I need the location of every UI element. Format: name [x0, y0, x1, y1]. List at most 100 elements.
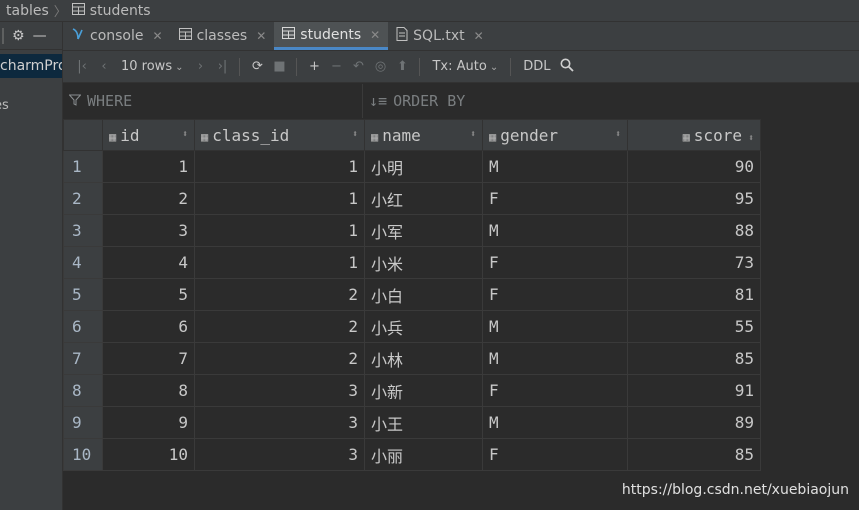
- project-tree-item[interactable]: es: [0, 98, 62, 113]
- cell-name[interactable]: 小丽: [364, 438, 483, 471]
- tab-classes[interactable]: classes ✕: [171, 22, 275, 50]
- cell-gender[interactable]: M: [482, 342, 628, 375]
- cell-id[interactable]: 6: [102, 310, 195, 343]
- ddl-button[interactable]: DDL: [517, 59, 556, 74]
- cell-id[interactable]: 10: [102, 438, 195, 471]
- cell-score[interactable]: 85: [627, 342, 761, 375]
- table-row[interactable]: 2 2 1 小红 F 95: [63, 182, 761, 215]
- cell-gender[interactable]: M: [482, 310, 628, 343]
- cell-id[interactable]: 3: [102, 214, 195, 247]
- tab-sql-txt[interactable]: SQL.txt ✕: [388, 22, 491, 50]
- cell-score[interactable]: 89: [627, 406, 761, 439]
- tab-console[interactable]: console ✕: [63, 22, 171, 50]
- next-page-icon[interactable]: ›: [189, 59, 211, 74]
- cell-class-id[interactable]: 1: [194, 182, 365, 215]
- preview-changes-icon[interactable]: ◎: [369, 59, 391, 74]
- cell-class-id[interactable]: 1: [194, 150, 365, 183]
- breadcrumb-students[interactable]: students: [90, 3, 151, 19]
- column-header-id[interactable]: ▦ id ⬍: [102, 119, 195, 151]
- sort-icon[interactable]: ⬍: [352, 129, 358, 140]
- cell-name[interactable]: 小新: [364, 374, 483, 407]
- cell-class-id[interactable]: 1: [194, 214, 365, 247]
- cell-name[interactable]: 小兵: [364, 310, 483, 343]
- close-icon[interactable]: ✕: [370, 28, 380, 42]
- row-number[interactable]: 6: [63, 310, 103, 343]
- close-icon[interactable]: ✕: [256, 29, 266, 43]
- cell-name[interactable]: 小林: [364, 342, 483, 375]
- cell-gender[interactable]: F: [482, 374, 628, 407]
- cell-gender[interactable]: F: [482, 438, 628, 471]
- table-row[interactable]: 1 1 1 小明 M 90: [63, 150, 761, 183]
- tab-students[interactable]: students ✕: [274, 22, 389, 50]
- first-page-icon[interactable]: |‹: [71, 59, 93, 74]
- gear-icon[interactable]: ⚙: [12, 28, 25, 44]
- revert-icon[interactable]: ↶: [347, 59, 369, 74]
- previous-page-icon[interactable]: ‹: [93, 59, 115, 74]
- search-icon[interactable]: [556, 58, 578, 76]
- sort-icon[interactable]: ⬍: [615, 129, 621, 140]
- row-number[interactable]: 1: [63, 150, 103, 183]
- cell-score[interactable]: 73: [627, 246, 761, 279]
- transaction-mode-dropdown[interactable]: Tx: Auto ⌄: [426, 59, 504, 74]
- cell-class-id[interactable]: 2: [194, 310, 365, 343]
- cell-gender[interactable]: F: [482, 246, 628, 279]
- cell-gender[interactable]: F: [482, 182, 628, 215]
- cell-class-id[interactable]: 2: [194, 342, 365, 375]
- column-header-class-id[interactable]: ▦ class_id ⬍: [194, 119, 365, 151]
- breadcrumb-tables[interactable]: tables: [6, 3, 49, 19]
- table-row[interactable]: 6 6 2 小兵 M 55: [63, 310, 761, 343]
- minimize-icon[interactable]: —: [33, 28, 47, 44]
- sort-icon[interactable]: ⬍: [748, 133, 754, 144]
- submit-icon[interactable]: ⬆: [391, 59, 413, 74]
- cell-name[interactable]: 小白: [364, 278, 483, 311]
- cell-class-id[interactable]: 1: [194, 246, 365, 279]
- cell-id[interactable]: 1: [102, 150, 195, 183]
- cell-name[interactable]: 小米: [364, 246, 483, 279]
- remove-row-icon[interactable]: −: [325, 59, 347, 74]
- cell-id[interactable]: 5: [102, 278, 195, 311]
- column-header-name[interactable]: ▦ name ⬍: [364, 119, 483, 151]
- cell-id[interactable]: 2: [102, 182, 195, 215]
- row-number[interactable]: 10: [63, 438, 103, 471]
- table-row[interactable]: 8 8 3 小新 F 91: [63, 374, 761, 407]
- cell-score[interactable]: 95: [627, 182, 761, 215]
- table-row[interactable]: 5 5 2 小白 F 81: [63, 278, 761, 311]
- table-row[interactable]: 7 7 2 小林 M 85: [63, 342, 761, 375]
- row-number[interactable]: 7: [63, 342, 103, 375]
- column-header-gender[interactable]: ▦ gender ⬍: [482, 119, 628, 151]
- stop-icon[interactable]: ■: [268, 59, 290, 74]
- cell-score[interactable]: 55: [627, 310, 761, 343]
- row-number[interactable]: 3: [63, 214, 103, 247]
- cell-id[interactable]: 9: [102, 406, 195, 439]
- cell-id[interactable]: 8: [102, 374, 195, 407]
- cell-class-id[interactable]: 3: [194, 438, 365, 471]
- cell-class-id[interactable]: 3: [194, 406, 365, 439]
- cell-score[interactable]: 81: [627, 278, 761, 311]
- page-size-dropdown[interactable]: 10 rows ⌄: [115, 59, 189, 74]
- cell-gender[interactable]: M: [482, 406, 628, 439]
- table-row[interactable]: 9 9 3 小王 M 89: [63, 406, 761, 439]
- row-number[interactable]: 4: [63, 246, 103, 279]
- table-row[interactable]: 3 3 1 小军 M 88: [63, 214, 761, 247]
- cell-class-id[interactable]: 3: [194, 374, 365, 407]
- last-page-icon[interactable]: ›|: [211, 59, 233, 74]
- sort-icon[interactable]: ⬍: [470, 129, 476, 140]
- table-row[interactable]: 10 10 3 小丽 F 85: [63, 438, 761, 471]
- where-filter-input[interactable]: WHERE: [63, 84, 363, 118]
- cell-score[interactable]: 90: [627, 150, 761, 183]
- cell-id[interactable]: 4: [102, 246, 195, 279]
- cell-name[interactable]: 小明: [364, 150, 483, 183]
- add-row-icon[interactable]: +: [303, 59, 325, 74]
- sort-icon[interactable]: ⬍: [182, 129, 188, 140]
- cell-class-id[interactable]: 2: [194, 278, 365, 311]
- close-icon[interactable]: ✕: [474, 29, 484, 43]
- cell-name[interactable]: 小红: [364, 182, 483, 215]
- table-row[interactable]: 4 4 1 小米 F 73: [63, 246, 761, 279]
- row-number[interactable]: 8: [63, 374, 103, 407]
- cell-name[interactable]: 小王: [364, 406, 483, 439]
- cell-score[interactable]: 88: [627, 214, 761, 247]
- cell-score[interactable]: 91: [627, 374, 761, 407]
- cell-name[interactable]: 小军: [364, 214, 483, 247]
- row-number[interactable]: 9: [63, 406, 103, 439]
- row-number[interactable]: 5: [63, 278, 103, 311]
